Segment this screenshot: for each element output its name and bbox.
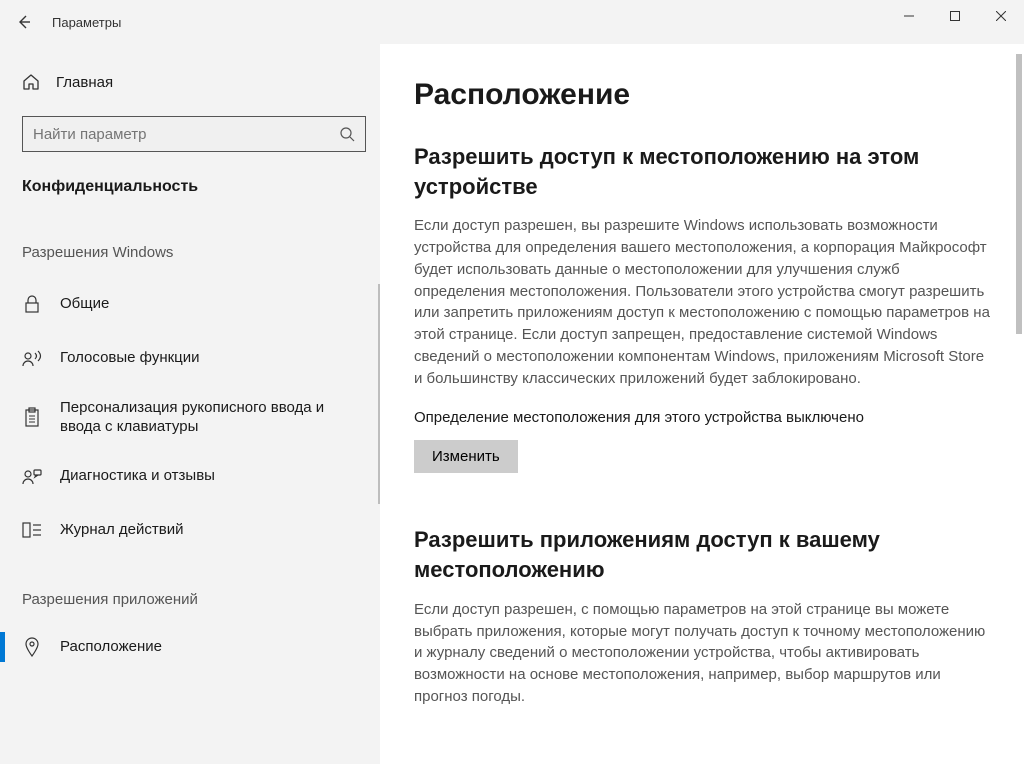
page-title: Расположение: [414, 78, 994, 112]
sidebar-item-label: Голосовые функции: [60, 348, 356, 368]
close-icon: [996, 11, 1006, 21]
window-controls: [886, 0, 1024, 32]
content-scrollbar[interactable]: [1016, 54, 1022, 334]
location-icon: [22, 637, 42, 657]
section2-heading: Разрешить приложениям доступ к вашему ме…: [414, 525, 994, 584]
sidebar-item-location[interactable]: Расположение: [22, 620, 366, 674]
speech-icon: [22, 349, 42, 367]
lock-icon: [22, 295, 42, 313]
titlebar: Параметры: [0, 0, 1024, 44]
clipboard-icon: [22, 407, 42, 427]
sidebar-group-apps: Разрешения приложений: [22, 591, 366, 608]
close-button[interactable]: [978, 0, 1024, 32]
sidebar-item-label: Общие: [60, 294, 356, 314]
minimize-button[interactable]: [886, 0, 932, 32]
maximize-button[interactable]: [932, 0, 978, 32]
sidebar-item-diagnostics[interactable]: Диагностика и отзывы: [22, 449, 366, 503]
search-icon: [339, 126, 355, 142]
content-area: Расположение Разрешить доступ к местопол…: [380, 44, 1024, 764]
sidebar-home-label: Главная: [56, 74, 113, 91]
sidebar-item-label: Персонализация рукописного ввода и ввода…: [60, 398, 356, 437]
sidebar-item-label: Расположение: [60, 637, 356, 657]
activity-icon: [22, 522, 42, 538]
section1-heading: Разрешить доступ к местоположению на это…: [414, 142, 994, 201]
sidebar: Главная Конфиденциальность Разрешения Wi…: [0, 44, 380, 764]
back-arrow-icon: [16, 14, 32, 30]
sidebar-item-speech[interactable]: Голосовые функции: [22, 331, 366, 385]
home-icon: [22, 73, 40, 91]
maximize-icon: [950, 11, 960, 21]
change-button[interactable]: Изменить: [414, 440, 518, 473]
sidebar-item-label: Журнал действий: [60, 520, 356, 540]
sidebar-item-activity[interactable]: Журнал действий: [22, 503, 366, 557]
sidebar-home[interactable]: Главная: [22, 62, 366, 102]
location-status: Определение местоположения для этого уст…: [414, 409, 994, 426]
minimize-icon: [904, 11, 914, 21]
sidebar-item-general[interactable]: Общие: [22, 277, 366, 331]
section2-body: Если доступ разрешен, с помощью параметр…: [414, 599, 994, 708]
search-input[interactable]: [33, 126, 339, 143]
window-title: Параметры: [52, 15, 121, 30]
search-box[interactable]: [22, 116, 366, 152]
feedback-icon: [22, 467, 42, 485]
back-button[interactable]: [0, 0, 48, 44]
sidebar-group-windows: Разрешения Windows: [22, 244, 366, 261]
sidebar-item-inking[interactable]: Персонализация рукописного ввода и ввода…: [22, 385, 366, 449]
section1-body: Если доступ разрешен, вы разрешите Windo…: [414, 215, 994, 389]
sidebar-item-label: Диагностика и отзывы: [60, 466, 356, 486]
sidebar-category: Конфиденциальность: [22, 178, 366, 196]
